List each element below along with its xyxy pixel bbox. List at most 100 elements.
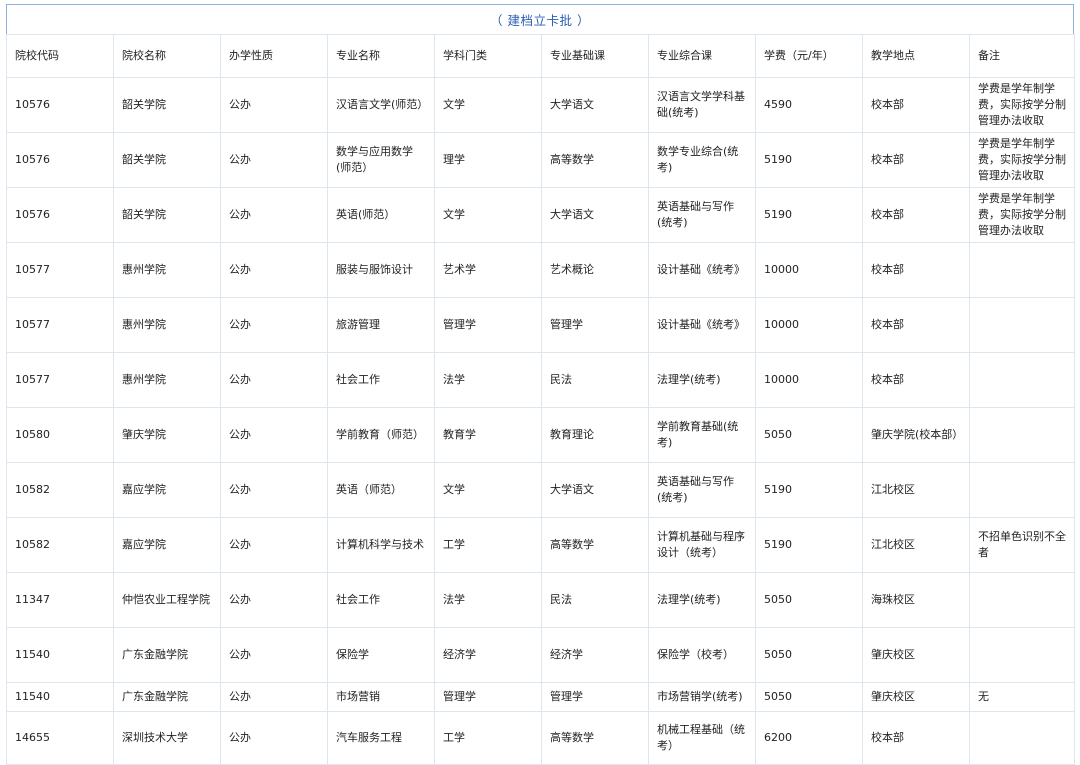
cell-school: 嘉应学院 [113,462,221,518]
cell-tuition: 10000 [755,352,863,408]
cell-remark [969,711,1075,765]
column-header-code: 院校代码 [6,34,114,78]
cell-category: 管理学 [434,297,542,353]
cell-base-course: 经济学 [541,627,649,683]
column-header-nature: 办学性质 [220,34,328,78]
cell-code: 10580 [6,407,114,463]
cell-location: 校本部 [862,77,970,133]
cell-code: 11540 [6,682,114,712]
cell-comprehensive-course: 汉语言文学学科基础(统考) [648,77,756,133]
column-header-tuition: 学费（元/年） [755,34,863,78]
cell-location: 校本部 [862,352,970,408]
batch-banner: （ 建档立卡批 ） [6,4,1074,34]
cell-category: 法学 [434,352,542,408]
cell-comprehensive-course: 法理学(统考) [648,572,756,628]
cell-major: 数学与应用数学(师范） [327,132,435,188]
cell-nature: 公办 [220,132,328,188]
cell-school: 惠州学院 [113,242,221,298]
table-row: 11540 广东金融学院 公办 保险学 经济学 经济学 保险学（校考） 5050 肇庆校区 [6,627,1075,683]
cell-nature: 公办 [220,711,328,765]
cell-comprehensive-course: 设计基础《统考》 [648,297,756,353]
cell-category: 艺术学 [434,242,542,298]
cell-remark [969,572,1075,628]
table-row: 11347 仲恺农业工程学院 公办 社会工作 法学 民法 法理学(统考) 5050 海珠校区 [6,572,1075,628]
cell-location: 肇庆校区 [862,682,970,712]
cell-comprehensive-course: 计算机基础与程序设计（统考） [648,517,756,573]
cell-code: 10582 [6,462,114,518]
cell-comprehensive-course: 机械工程基础（统考） [648,711,756,765]
cell-category: 工学 [434,517,542,573]
cell-tuition: 5190 [755,462,863,518]
cell-base-course: 高等数学 [541,517,649,573]
cell-nature: 公办 [220,242,328,298]
table-row: 10577 惠州学院 公办 社会工作 法学 民法 法理学(统考) 10000 校本部 [6,352,1075,408]
column-header-major: 专业名称 [327,34,435,78]
cell-remark: 不招单色识别不全者 [969,517,1075,573]
cell-tuition: 5190 [755,517,863,573]
cell-major: 服装与服饰设计 [327,242,435,298]
column-header-school: 院校名称 [113,34,221,78]
column-header-comprehensive-course: 专业综合课 [648,34,756,78]
cell-category: 理学 [434,132,542,188]
column-header-location: 教学地点 [862,34,970,78]
cell-category: 教育学 [434,407,542,463]
cell-tuition: 10000 [755,297,863,353]
cell-base-course: 大学语文 [541,462,649,518]
table-row: 10576 韶关学院 公办 数学与应用数学(师范） 理学 高等数学 数学专业综合(统考) 51… [6,132,1075,188]
table-row: 10577 惠州学院 公办 旅游管理 管理学 管理学 设计基础《统考》 10000 校本部 [6,297,1075,353]
cell-category: 法学 [434,572,542,628]
cell-nature: 公办 [220,352,328,408]
cell-remark [969,627,1075,683]
cell-tuition: 5190 [755,132,863,188]
cell-base-course: 教育理论 [541,407,649,463]
cell-major: 学前教育（师范） [327,407,435,463]
table-row: 10577 惠州学院 公办 服装与服饰设计 艺术学 艺术概论 设计基础《统考》 10000 校本… [6,242,1075,298]
cell-school: 仲恺农业工程学院 [113,572,221,628]
cell-location: 肇庆学院(校本部） [862,407,970,463]
cell-code: 10577 [6,242,114,298]
table-header-row: 院校代码 院校名称 办学性质 专业名称 学科门类 专业基础课 专业综合课 学费（元/年） 教学地… [6,34,1075,78]
cell-base-course: 高等数学 [541,711,649,765]
cell-remark: 学费是学年制学费，实际按学分制管理办法收取 [969,132,1075,188]
cell-school: 深圳技术大学 [113,711,221,765]
cell-location: 校本部 [862,242,970,298]
cell-school: 肇庆学院 [113,407,221,463]
cell-nature: 公办 [220,682,328,712]
admission-table: 院校代码 院校名称 办学性质 专业名称 学科门类 专业基础课 专业综合课 学费（元/年） 教学地… [6,34,1075,765]
cell-code: 10577 [6,352,114,408]
cell-school: 韶关学院 [113,77,221,133]
cell-school: 惠州学院 [113,352,221,408]
cell-remark: 无 [969,682,1075,712]
cell-code: 10582 [6,517,114,573]
cell-location: 海珠校区 [862,572,970,628]
cell-location: 江北校区 [862,517,970,573]
cell-category: 文学 [434,187,542,243]
cell-code: 10577 [6,297,114,353]
cell-nature: 公办 [220,187,328,243]
cell-school: 广东金融学院 [113,682,221,712]
table-row: 14655 深圳技术大学 公办 汽车服务工程 工学 高等数学 机械工程基础（统考） 6200 校… [6,711,1075,765]
cell-comprehensive-course: 市场营销学(统考) [648,682,756,712]
cell-location: 校本部 [862,297,970,353]
cell-code: 14655 [6,711,114,765]
cell-remark [969,407,1075,463]
cell-nature: 公办 [220,572,328,628]
cell-location: 江北校区 [862,462,970,518]
cell-base-course: 民法 [541,572,649,628]
cell-category: 工学 [434,711,542,765]
cell-comprehensive-course: 设计基础《统考》 [648,242,756,298]
cell-school: 嘉应学院 [113,517,221,573]
cell-tuition: 10000 [755,242,863,298]
table-row: 11540 广东金融学院 公办 市场营销 管理学 管理学 市场营销学(统考) 5050 肇庆校区… [6,682,1075,712]
cell-code: 10576 [6,187,114,243]
cell-location: 校本部 [862,132,970,188]
cell-comprehensive-course: 保险学（校考） [648,627,756,683]
cell-major: 旅游管理 [327,297,435,353]
cell-major: 英语(师范） [327,187,435,243]
cell-base-course: 大学语文 [541,187,649,243]
cell-category: 管理学 [434,682,542,712]
column-header-remark: 备注 [969,34,1075,78]
cell-major: 市场营销 [327,682,435,712]
cell-category: 经济学 [434,627,542,683]
admission-table-container: （ 建档立卡批 ） 院校代码 院校名称 办学性质 专业名称 学科门类 专业基础课 专业综合课… [6,4,1075,765]
